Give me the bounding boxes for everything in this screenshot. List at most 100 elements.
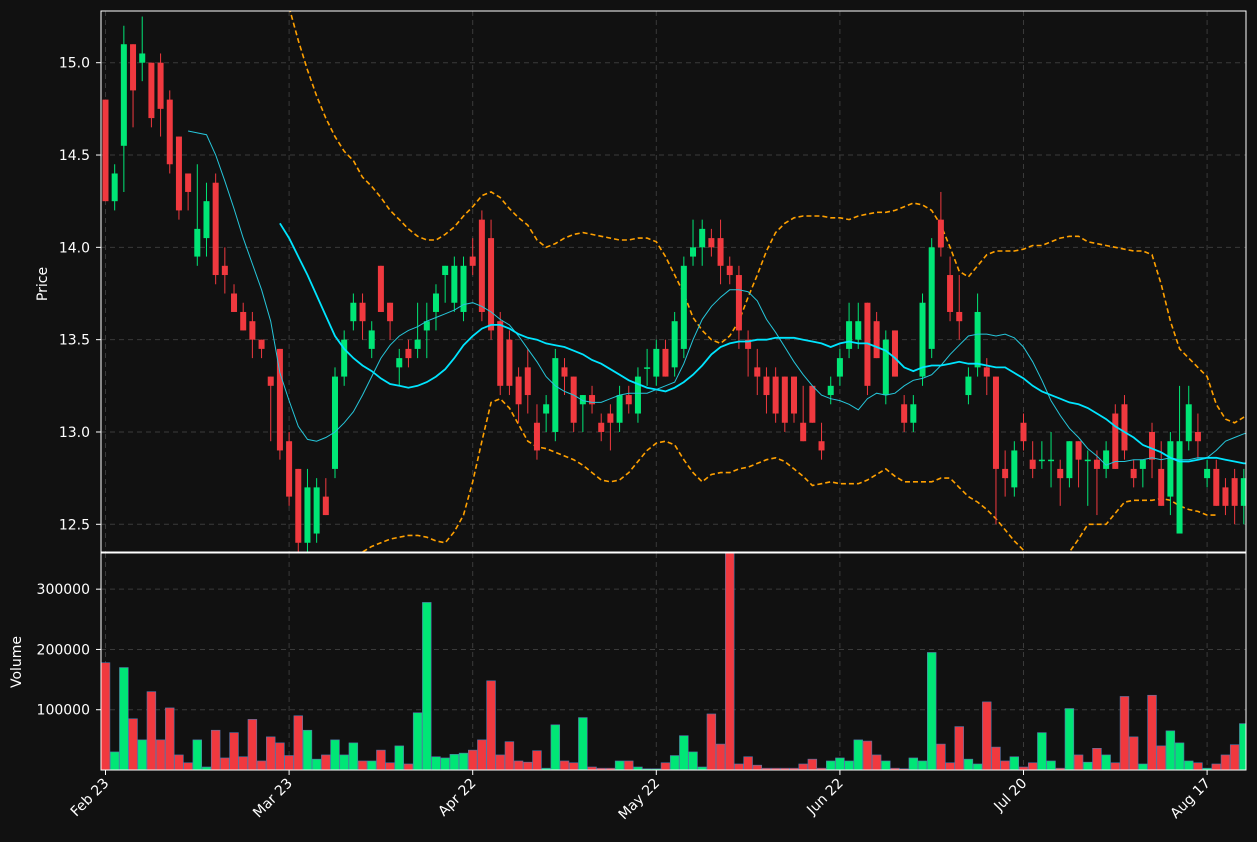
candle-body xyxy=(350,302,357,322)
candle-body xyxy=(478,219,485,312)
candle-body xyxy=(937,219,944,248)
volume-bar xyxy=(881,760,891,770)
candle-body xyxy=(1093,459,1100,469)
volume-bar xyxy=(440,757,450,770)
volume-bar xyxy=(578,717,588,770)
candle-body xyxy=(772,376,779,414)
volume-bar xyxy=(1184,760,1194,770)
volume-bar xyxy=(1046,760,1056,770)
candle-body xyxy=(130,44,137,91)
volume-bar xyxy=(311,758,322,770)
candle-body xyxy=(1194,431,1201,442)
candle-body xyxy=(653,348,660,377)
volume-bar xyxy=(412,712,423,770)
volume-bar xyxy=(835,757,845,770)
candle-body xyxy=(910,404,917,423)
price-tick-label: 15.0 xyxy=(59,56,90,72)
volume-bar xyxy=(1128,736,1139,770)
volume-bar xyxy=(504,741,515,770)
candle-body xyxy=(800,422,807,442)
candle-body xyxy=(1038,459,1045,462)
candle-body xyxy=(332,376,338,469)
volume-bar xyxy=(550,724,561,770)
candle-body xyxy=(882,339,889,396)
candle-body xyxy=(286,441,293,497)
volume-bar xyxy=(183,762,193,770)
volume-bar xyxy=(101,662,111,770)
volume-bar xyxy=(109,751,120,770)
candle-body xyxy=(708,238,715,248)
candle-body xyxy=(781,376,788,423)
price-tick-label: 12.5 xyxy=(59,517,90,533)
volume-bar xyxy=(532,750,542,770)
candle-body xyxy=(221,265,228,276)
volume-bar xyxy=(1064,708,1075,770)
candle-body xyxy=(524,367,531,396)
volume-bar xyxy=(256,760,267,770)
candle-body xyxy=(1066,441,1073,479)
candle-body xyxy=(368,330,375,349)
candle-body xyxy=(846,321,853,349)
candle-body xyxy=(396,358,403,368)
candle-body xyxy=(1020,422,1027,442)
candle-body xyxy=(570,376,577,423)
volume-bar xyxy=(871,754,882,770)
candle-body xyxy=(947,275,954,312)
candle-body xyxy=(690,247,697,257)
volume-bar xyxy=(1211,763,1221,770)
volume-bar xyxy=(403,763,414,770)
candle-body xyxy=(1167,441,1174,497)
volume-bar xyxy=(798,763,808,770)
candle-body xyxy=(625,395,632,405)
volume-bar xyxy=(458,752,469,770)
volume-bar xyxy=(1138,763,1148,770)
volume-bar xyxy=(192,739,202,770)
volume-bar xyxy=(229,732,239,770)
candle-body xyxy=(276,348,283,451)
volume-bar xyxy=(1156,745,1166,770)
candle-body xyxy=(1112,413,1119,469)
volume-bar xyxy=(1119,696,1130,770)
candle-body xyxy=(120,44,127,146)
volume-bar xyxy=(210,729,221,770)
candle-body xyxy=(304,487,311,543)
volume-bar xyxy=(936,743,946,770)
volume-bar xyxy=(926,652,937,770)
volume-bar xyxy=(660,762,671,770)
volume-bar xyxy=(688,751,698,770)
volume-axis-label: Volume xyxy=(9,636,25,688)
volume-bar xyxy=(963,758,974,770)
volume-bar xyxy=(385,762,395,770)
price-tick-label: 13.5 xyxy=(59,333,90,349)
volume-bar xyxy=(174,754,184,770)
volume-bar xyxy=(321,754,331,770)
candle-body xyxy=(194,228,201,257)
candle-body xyxy=(589,395,596,405)
candle-body xyxy=(644,367,651,369)
candle-body xyxy=(387,302,394,322)
candle-body xyxy=(891,330,898,377)
volume-bar xyxy=(266,736,276,770)
candle-body xyxy=(754,367,761,377)
volume-bar xyxy=(669,755,680,770)
volume-bar xyxy=(908,757,919,770)
price-tick-label: 13.0 xyxy=(59,425,90,441)
volume-bar xyxy=(706,713,717,770)
volume-tick-label: 200000 xyxy=(37,642,90,658)
candle-body xyxy=(1130,468,1137,479)
volume-tick-label: 300000 xyxy=(37,582,90,598)
candle-body xyxy=(965,376,972,396)
candle-body xyxy=(928,247,935,349)
volume-bar xyxy=(715,743,726,770)
candle-body xyxy=(432,293,439,312)
volume-bar xyxy=(422,602,432,770)
volume-bar xyxy=(486,680,496,770)
candle-body xyxy=(561,367,568,377)
volume-bar xyxy=(495,754,505,770)
volume-bar xyxy=(853,739,863,770)
candle-body xyxy=(249,321,256,340)
volume-bar xyxy=(1037,732,1047,770)
volume-bar xyxy=(431,756,441,770)
volume-bar xyxy=(339,754,349,770)
candle-body xyxy=(111,173,118,202)
